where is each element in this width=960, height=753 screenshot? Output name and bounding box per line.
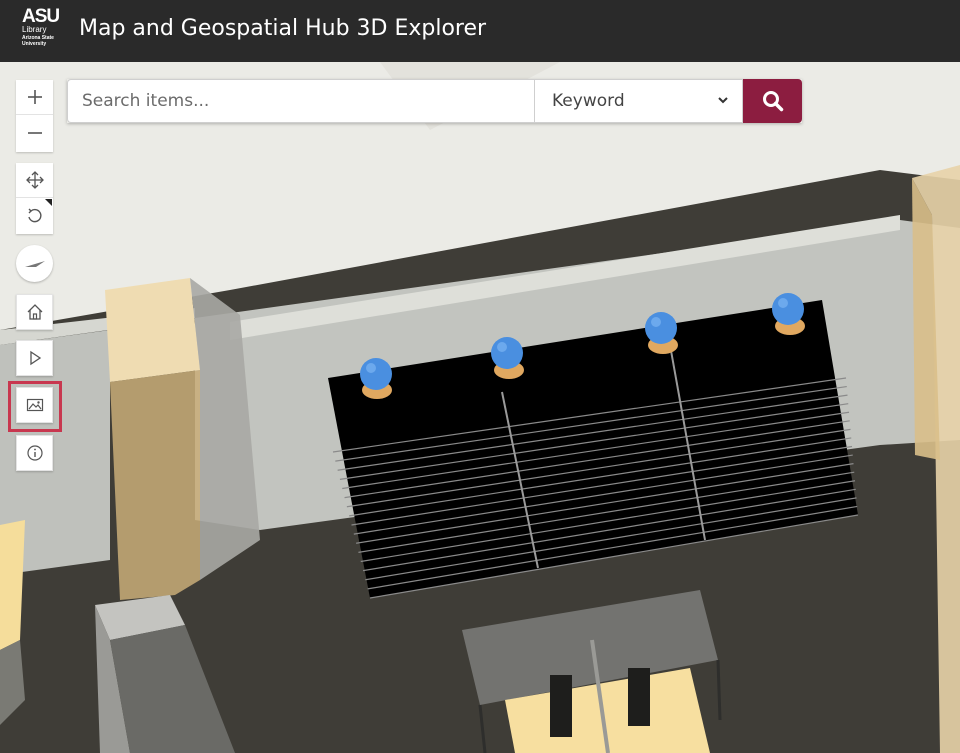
play-button[interactable]: [16, 340, 53, 376]
left-column-top: [105, 278, 200, 382]
asu-library-logo[interactable]: ASU Library Arizona State University: [22, 6, 70, 54]
zoom-controls: [16, 80, 53, 152]
search-button[interactable]: [743, 79, 802, 123]
location-marker[interactable]: [360, 358, 392, 399]
info-icon: [26, 445, 43, 461]
rotate-icon: [27, 208, 42, 222]
home-icon: [27, 304, 42, 320]
basemap-gallery-button[interactable]: [16, 387, 53, 423]
dropdown-corner-icon: [45, 199, 52, 206]
search-mode-value: Keyword: [552, 91, 625, 111]
pan-button[interactable]: [16, 163, 53, 198]
info-button[interactable]: [16, 435, 53, 471]
scene-canvas[interactable]: [0, 62, 960, 753]
compass-button[interactable]: [16, 245, 53, 282]
pan-icon: [25, 171, 44, 189]
chevron-down-icon: [718, 97, 728, 104]
search-input[interactable]: [67, 79, 534, 123]
logo-line3: University: [22, 41, 47, 47]
chair: [628, 668, 650, 726]
zoom-in-icon: [27, 90, 42, 104]
location-marker[interactable]: [772, 293, 805, 335]
basemap-gallery-icon: [26, 398, 43, 412]
navigation-controls: [16, 163, 53, 234]
page-title: Map and Geospatial Hub 3D Explorer: [79, 16, 487, 41]
search-mode-select[interactable]: Keyword: [534, 79, 743, 123]
left-column: [110, 370, 200, 600]
logo-mark: ASU: [22, 6, 60, 27]
search-bar: Keyword: [67, 79, 802, 123]
zoom-out-icon: [27, 131, 42, 134]
chair: [550, 675, 572, 737]
rotate-button[interactable]: [16, 198, 53, 233]
home-button[interactable]: [16, 294, 53, 330]
location-marker[interactable]: [491, 337, 524, 379]
zoom-in-button[interactable]: [16, 80, 53, 115]
map-3d-view[interactable]: [0, 62, 960, 753]
play-icon: [29, 350, 41, 366]
location-marker[interactable]: [645, 312, 678, 354]
logo-line1: Library: [22, 25, 47, 34]
search-icon: [762, 91, 783, 112]
compass-icon: [24, 260, 45, 267]
app-header: ASU Library Arizona State University Map…: [0, 0, 960, 62]
zoom-out-button[interactable]: [16, 115, 53, 150]
